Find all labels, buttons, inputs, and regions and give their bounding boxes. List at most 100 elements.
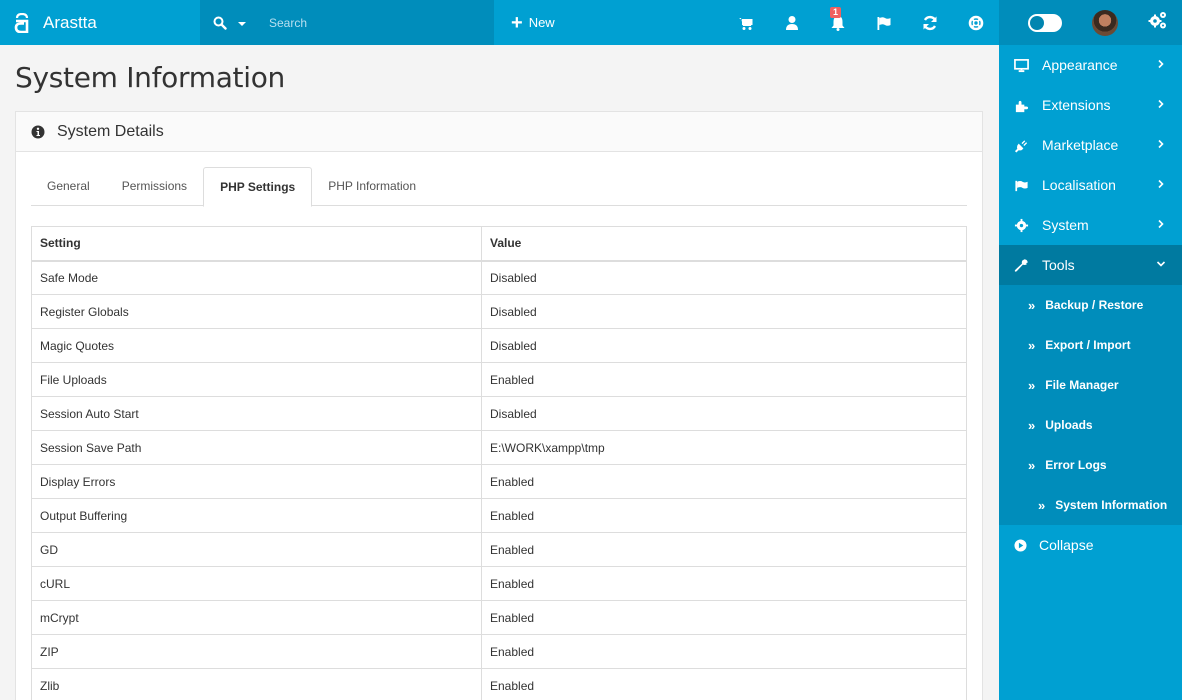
sidebar-item-label: Tools — [1042, 257, 1075, 273]
sidebar-item-localisation[interactable]: Localisation — [999, 165, 1182, 205]
panel-title: System Details — [57, 122, 164, 140]
table-row: GD Enabled — [31, 532, 967, 567]
setting-cell: mCrypt — [31, 600, 482, 635]
sidebar-item-label: Marketplace — [1042, 137, 1119, 153]
double-chevron-icon: » — [1028, 377, 1036, 393]
help-button[interactable] — [953, 0, 999, 45]
language-button[interactable] — [861, 0, 907, 45]
flag-icon — [877, 16, 891, 30]
sidebar-item-appearance[interactable]: Appearance — [999, 45, 1182, 85]
shopping-cart-icon — [739, 17, 753, 30]
value-cell: Enabled — [481, 464, 967, 499]
notification-badge: 1 — [830, 7, 842, 18]
play-circle-icon — [1014, 538, 1027, 552]
setting-cell: cURL — [31, 566, 482, 601]
desktop-icon — [1013, 58, 1029, 72]
column-header-value: Value — [481, 226, 967, 262]
submenu-item-error-logs[interactable]: » Error Logs — [999, 445, 1182, 485]
submenu-item-export-import[interactable]: » Export / Import — [999, 325, 1182, 365]
table-row: Zlib Enabled — [31, 668, 967, 700]
submenu-item-label: Error Logs — [1045, 458, 1107, 472]
submenu-item-system-information[interactable]: » System Information — [999, 485, 1182, 525]
gears-icon — [1148, 12, 1166, 29]
table-header-row: Setting Value — [31, 226, 967, 262]
submenu-item-file-manager[interactable]: » File Manager — [999, 365, 1182, 405]
cart-button[interactable] — [723, 0, 769, 45]
table-row: mCrypt Enabled — [31, 600, 967, 635]
value-cell: Enabled — [481, 362, 967, 397]
top-icon-group: 1 — [723, 0, 999, 45]
setting-cell: ZIP — [31, 634, 482, 669]
sidebar-item-tools[interactable]: Tools — [999, 245, 1182, 285]
main-content: System Information System Details Genera… — [0, 45, 999, 700]
plus-icon: + — [511, 11, 523, 34]
puzzle-icon — [1015, 100, 1028, 112]
value-cell: Enabled — [481, 600, 967, 635]
table-row: Output Buffering Enabled — [31, 498, 967, 533]
search-input[interactable] — [269, 15, 469, 30]
double-chevron-icon: » — [1028, 457, 1036, 473]
search-dropdown-caret-icon[interactable] — [238, 21, 246, 26]
setting-cell: Magic Quotes — [31, 328, 482, 363]
tab-php-settings[interactable]: PHP Settings — [203, 167, 313, 207]
refresh-button[interactable] — [907, 0, 953, 45]
setting-cell: Register Globals — [31, 294, 482, 329]
table-row: ZIP Enabled — [31, 634, 967, 669]
notifications-button[interactable]: 1 — [815, 0, 861, 45]
user-tools — [999, 0, 1182, 45]
value-cell: Enabled — [481, 634, 967, 669]
avatar[interactable] — [1092, 9, 1118, 36]
sidebar-item-extensions[interactable]: Extensions — [999, 85, 1182, 125]
value-cell: Enabled — [481, 498, 967, 533]
refresh-icon — [923, 15, 937, 30]
toggle-knob — [1030, 15, 1044, 30]
table-row: Magic Quotes Disabled — [31, 328, 967, 363]
collapse-sidebar-button[interactable]: Collapse — [999, 525, 1182, 565]
setting-cell: Session Save Path — [31, 430, 482, 465]
arastta-logo-icon — [14, 12, 29, 33]
page-title: System Information — [15, 61, 285, 94]
setting-cell: Session Auto Start — [31, 396, 482, 431]
double-chevron-icon: » — [1028, 417, 1036, 433]
sidebar-item-label: Appearance — [1042, 57, 1118, 73]
brand-name: Arastta — [43, 12, 97, 32]
brand[interactable]: Arastta — [0, 0, 200, 45]
submenu-item-label: Uploads — [1045, 418, 1093, 432]
chevron-right-icon — [1158, 59, 1164, 69]
tab-bar: General Permissions PHP Settings PHP Inf… — [31, 167, 967, 207]
sidebar-item-label: Extensions — [1042, 97, 1111, 113]
column-header-setting: Setting — [31, 226, 482, 262]
value-cell: Enabled — [481, 566, 967, 601]
submenu-item-label: System Information — [1055, 498, 1168, 512]
value-cell: Disabled — [481, 396, 967, 431]
submenu-item-label: File Manager — [1045, 378, 1119, 392]
settings-button[interactable] — [1148, 10, 1168, 35]
submenu-item-backup-restore[interactable]: » Backup / Restore — [999, 285, 1182, 325]
theme-toggle[interactable] — [1028, 13, 1062, 32]
value-cell: Enabled — [481, 668, 967, 700]
user-button[interactable] — [769, 0, 815, 45]
chevron-right-icon — [1158, 179, 1164, 189]
info-circle-icon — [31, 125, 45, 138]
plug-icon — [1014, 139, 1027, 153]
new-button[interactable]: + New — [511, 13, 555, 33]
top-navbar: Arastta + New 1 — [0, 0, 1182, 45]
value-cell: Enabled — [481, 532, 967, 567]
table-row: cURL Enabled — [31, 566, 967, 601]
flag-icon — [1014, 180, 1028, 191]
setting-cell: File Uploads — [31, 362, 482, 397]
search-icon[interactable] — [213, 16, 227, 30]
setting-cell: GD — [31, 532, 482, 567]
submenu-item-label: Backup / Restore — [1045, 298, 1144, 312]
tab-general[interactable]: General — [31, 167, 106, 206]
tab-php-information[interactable]: PHP Information — [312, 167, 432, 206]
tab-permissions[interactable]: Permissions — [106, 167, 203, 206]
setting-cell: Zlib — [31, 668, 482, 700]
submenu-item-uploads[interactable]: » Uploads — [999, 405, 1182, 445]
sidebar-item-system[interactable]: System — [999, 205, 1182, 245]
tools-submenu: » Backup / Restore » Export / Import » File… — [999, 285, 1182, 525]
sidebar-item-marketplace[interactable]: Marketplace — [999, 125, 1182, 165]
table-row: Safe Mode Disabled — [31, 260, 967, 295]
system-details-panel: System Details General Permissions PHP S… — [15, 111, 983, 700]
table-row: Session Auto Start Disabled — [31, 396, 967, 431]
